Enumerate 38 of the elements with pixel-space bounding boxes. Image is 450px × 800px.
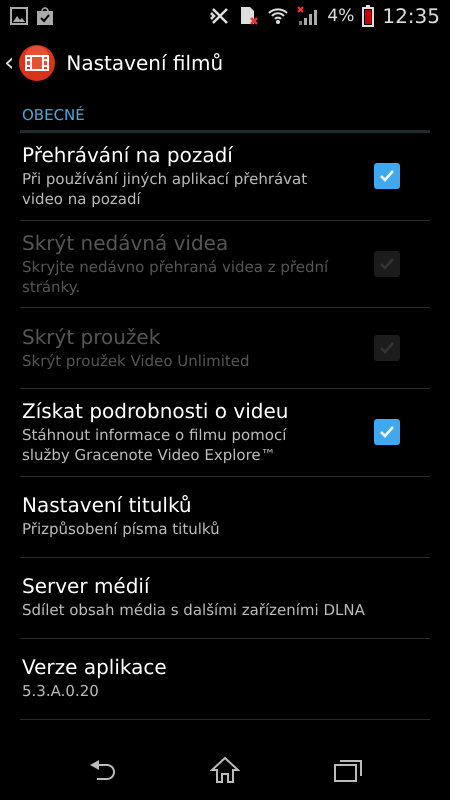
checkmark-icon <box>379 256 395 271</box>
wifi-icon <box>267 6 290 26</box>
signal-icon <box>297 6 320 26</box>
setting-summary: Stáhnout informace o filmu pomocí služby Gracenote Video Explore™ <box>22 425 288 466</box>
settings-item[interactable]: Nastavení titulků Přizpůsobení písma titulků <box>20 476 430 558</box>
checkmark-icon <box>379 169 395 184</box>
setting-summary: Skrýt proužek Video Unlimited <box>22 350 251 372</box>
setting-summary: Sdílet obsah média s dalšími zařízeními DLNA <box>22 600 366 621</box>
checkmark-icon <box>379 425 395 440</box>
checkbox[interactable] <box>374 163 400 190</box>
setting-summary: Skryjte nedávno přehraná videa z přední stránky. <box>22 256 330 297</box>
settings-item[interactable]: Přehrávání na pozadí Při používání jiných aplikací přehrávat video na pozadí <box>20 133 430 220</box>
sim-card-icon <box>239 6 260 26</box>
setting-title: Skrýt nedávná videa <box>22 230 230 254</box>
checkmark-icon <box>379 341 395 355</box>
setting-title: Nastavení titulků <box>22 493 193 518</box>
screen-title: Nastavení filmů <box>66 51 224 75</box>
section-header: OBECNÉ <box>20 100 430 133</box>
back-button[interactable]: ‹ <box>4 50 14 76</box>
settings-item[interactable]: Získat podrobnosti o videu Stáhnout informace o filmu pomocí služby Gracenote Video Explore™ <box>20 389 430 476</box>
setting-title: Skrýt proužek <box>22 324 162 349</box>
setting-title: Přehrávání na pozadí <box>22 143 234 167</box>
setting-summary: 5.3.A.0.20 <box>22 681 100 702</box>
setting-title: Server médií <box>22 574 151 598</box>
bag-check-icon <box>36 6 54 26</box>
setting-summary: Přizpůsobení písma titulků <box>22 519 221 540</box>
setting-title: Získat podrobnosti o videu <box>22 399 290 423</box>
setting-summary: Při používání jiných aplikací přehrávat video na pozadí <box>22 169 308 210</box>
home-icon[interactable] <box>210 756 240 784</box>
checkbox[interactable] <box>374 419 400 446</box>
clock: 12:35 <box>382 4 440 28</box>
film-icon[interactable] <box>18 44 56 82</box>
battery-percent: 4% <box>327 6 354 26</box>
battery-icon <box>362 5 374 27</box>
picture-icon <box>10 7 28 25</box>
settings-item[interactable]: Verze aplikace 5.3.A.0.20 <box>20 638 430 720</box>
setting-title: Verze aplikace <box>22 655 168 680</box>
settings-item[interactable]: Server médií Sdílet obsah média s dalšími zařízeními DLNA <box>20 558 430 638</box>
